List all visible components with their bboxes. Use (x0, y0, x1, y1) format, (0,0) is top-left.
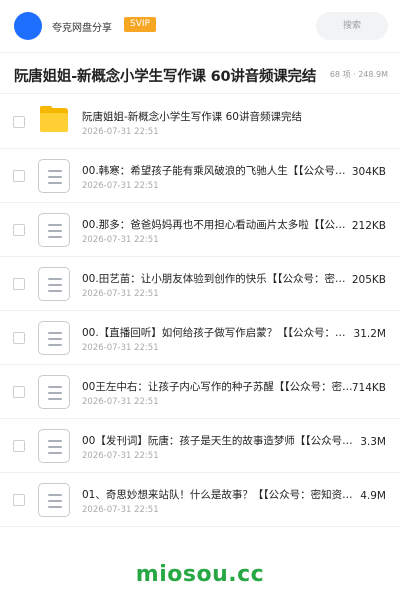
file-name: 00.那多：爸爸妈妈再也不用担心看动画片太多啦【【公众号：密知资源】】 (82, 219, 354, 231)
file-date: 2026-07-31 22:51 (82, 505, 159, 515)
page-title: 阮唐姐姐-新概念小学生写作课 60讲音频课完结 (14, 69, 317, 85)
file-date: 2026-07-31 22:51 (82, 451, 159, 461)
file-date: 2026-07-31 22:51 (82, 181, 159, 191)
select-checkbox[interactable] (13, 170, 25, 182)
file-size: 31.2M (353, 328, 386, 340)
select-checkbox[interactable] (13, 386, 25, 398)
share-meta: 68 项 · 248.9M (329, 70, 388, 79)
document-icon (38, 429, 70, 463)
file-size: 3.3M (360, 436, 386, 448)
folder-icon (38, 105, 70, 137)
select-checkbox[interactable] (13, 440, 25, 452)
file-name: 00.田艺苗：让小朋友体验到创作的快乐【【公众号：密知资源】】 (82, 273, 354, 285)
document-icon (38, 375, 70, 409)
svip-badge: SVIP (124, 17, 156, 32)
search-input[interactable]: 搜索 (316, 12, 388, 40)
brand-name: 夸克网盘分享 (52, 23, 112, 34)
file-size: 304KB (351, 166, 386, 178)
list-item[interactable]: 00.田艺苗：让小朋友体验到创作的快乐【【公众号：密知资源】】 2026-07-… (0, 257, 400, 311)
select-checkbox[interactable] (13, 278, 25, 290)
document-icon (38, 213, 70, 247)
file-date: 2026-07-31 22:51 (82, 289, 159, 299)
avatar[interactable] (14, 12, 42, 40)
file-list: 阮唐姐姐-新概念小学生写作课 60讲音频课完结 2026-07-31 22:51… (0, 95, 400, 527)
select-checkbox[interactable] (13, 494, 25, 506)
document-icon (38, 321, 70, 355)
file-name: 00.韩寒：希望孩子能有乘风破浪的飞驰人生【【公众号：密知资源】】 (82, 165, 354, 177)
list-item[interactable]: 01、奇思妙想来站队！什么是故事？【【公众号：密知资源】】 2026-07-31… (0, 473, 400, 527)
list-item[interactable]: 00.【直播回听】如何给孩子做写作启蒙？【【公众号：密知资源】】 2026-07… (0, 311, 400, 365)
file-name: 阮唐姐姐-新概念小学生写作课 60讲音频课完结 (82, 111, 302, 123)
share-title-bar: 阮唐姐姐-新概念小学生写作课 60讲音频课完结 68 项 · 248.9M (0, 52, 400, 94)
list-item[interactable]: 00.那多：爸爸妈妈再也不用担心看动画片太多啦【【公众号：密知资源】】 2026… (0, 203, 400, 257)
list-item[interactable]: 00【发刊词】阮唐：孩子是天生的故事造梦师【【公众号：密知资源】】 2026-0… (0, 419, 400, 473)
file-size: 212KB (351, 220, 386, 232)
list-item[interactable]: 00王左中右：让孩子内心写作的种子苏醒【【公众号：密知资源】】 2026-07-… (0, 365, 400, 419)
file-name: 00王左中右：让孩子内心写作的种子苏醒【【公众号：密知资源】】 (82, 381, 354, 393)
document-icon (38, 267, 70, 301)
site-watermark: miosou.cc (135, 562, 265, 587)
select-checkbox[interactable] (13, 224, 25, 236)
select-checkbox[interactable] (13, 116, 25, 128)
file-name: 00【发刊词】阮唐：孩子是天生的故事造梦师【【公众号：密知资源】】 (82, 435, 354, 447)
file-name: 01、奇思妙想来站队！什么是故事？【【公众号：密知资源】】 (82, 489, 354, 501)
top-header: 夸克网盘分享 SVIP 搜索 (0, 0, 400, 52)
list-item[interactable]: 阮唐姐姐-新概念小学生写作课 60讲音频课完结 2026-07-31 22:51 (0, 95, 400, 149)
list-item[interactable]: 00.韩寒：希望孩子能有乘风破浪的飞驰人生【【公众号：密知资源】】 2026-0… (0, 149, 400, 203)
file-date: 2026-07-31 22:51 (82, 343, 159, 353)
file-size: 205KB (351, 274, 386, 286)
document-icon (38, 483, 70, 517)
file-date: 2026-07-31 22:51 (82, 127, 159, 137)
file-name: 00.【直播回听】如何给孩子做写作启蒙？【【公众号：密知资源】】 (82, 327, 354, 339)
file-size: 714KB (351, 382, 386, 394)
document-icon (38, 159, 70, 193)
select-checkbox[interactable] (13, 332, 25, 344)
file-date: 2026-07-31 22:51 (82, 235, 159, 245)
file-date: 2026-07-31 22:51 (82, 397, 159, 407)
file-size: 4.9M (360, 490, 386, 502)
